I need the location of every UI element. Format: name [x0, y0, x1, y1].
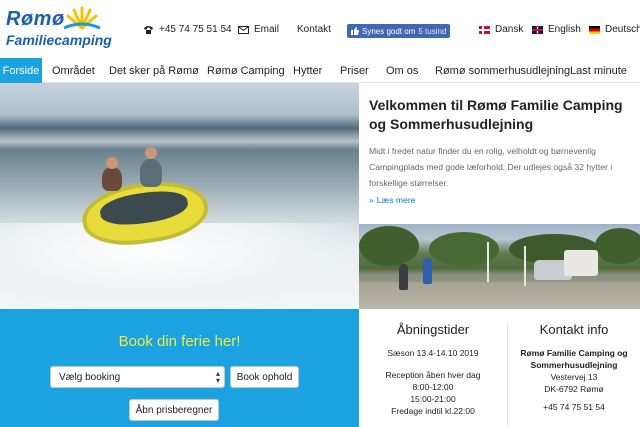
reception-text: Reception åben hver dag	[385, 370, 481, 380]
header: Rømø Familiecamping +45 74 75 51 54 Emai…	[0, 0, 640, 58]
season-text: Sæson 13.4-14.10 2019	[387, 348, 479, 358]
nav-item-omradet[interactable]: Området	[42, 58, 99, 83]
logo-text-familiecamping: Familiecamping	[6, 32, 112, 48]
contact-link[interactable]: Kontakt	[297, 24, 331, 35]
person-head	[145, 147, 157, 159]
envelope-icon	[238, 25, 249, 34]
person	[140, 159, 162, 187]
contact-info-title: Kontakt info	[539, 322, 609, 337]
booking-select[interactable]: Vælg booking ▴ ▾	[50, 366, 225, 388]
main-nav: Forside Området Det sker på Rømø Rømø Ca…	[0, 58, 640, 83]
lamp-post	[524, 246, 526, 286]
flag-de-icon	[589, 25, 600, 34]
nav-item-sommerhusudlejning[interactable]: Rømø sommerhusudlejning	[425, 58, 570, 83]
flag-dk-icon	[479, 25, 490, 34]
person	[102, 167, 122, 191]
opening-time: 8:00-12:00	[412, 382, 454, 392]
hero-photo-beach-boat	[0, 83, 359, 309]
company-name: Sommerhusudlejning	[530, 360, 618, 370]
welcome-title: Velkommen til Rømø Familie Camping og So…	[369, 97, 623, 132]
person	[399, 264, 408, 290]
caravan	[564, 250, 598, 276]
lamp-post	[487, 242, 489, 282]
tree	[359, 226, 419, 266]
book-stay-button[interactable]: Book ophold	[230, 366, 299, 388]
facebook-like-count: 5 tusind	[418, 26, 447, 36]
email-label: Email	[254, 24, 280, 35]
contact-info-section: Kontakt info Rømø Familie Camping og Som…	[508, 309, 640, 427]
tree	[595, 228, 640, 264]
phone-link[interactable]: +45 74 75 51 54	[143, 24, 232, 35]
nav-item-hytter[interactable]: Hytter	[285, 58, 331, 83]
welcome-section: Velkommen til Rømø Familie Camping og So…	[369, 96, 635, 205]
language-english[interactable]: English	[532, 24, 581, 35]
price-calculator-button[interactable]: Åbn prisberegner	[129, 399, 219, 421]
street-address: Vestervej 13	[550, 372, 598, 382]
opening-hours-section: Åbningstider Sæson 13.4-14.10 2019 Recep…	[359, 309, 507, 427]
language-deutsch[interactable]: Deutsch	[589, 24, 640, 35]
person	[423, 258, 432, 284]
opening-hours-title: Åbningstider	[396, 322, 470, 337]
nav-item-om-os[interactable]: Om os	[376, 58, 425, 83]
read-more-label: Læs mere	[376, 195, 416, 205]
double-chevron-right-icon: »	[369, 195, 374, 205]
facebook-like-button[interactable]: Synes godt om 5 tusind	[347, 24, 451, 38]
language-label: Dansk	[495, 24, 524, 35]
logo-text-romo: Rømø	[6, 8, 65, 30]
site-logo[interactable]: Rømø Familiecamping	[4, 6, 122, 52]
foam-decoration	[0, 223, 359, 309]
phone-icon	[144, 25, 153, 34]
flag-uk-icon	[532, 25, 543, 34]
email-link[interactable]: Email	[238, 24, 279, 35]
select-arrows-icon: ▴ ▾	[215, 369, 220, 385]
company-name: Rømø Familie Camping og	[520, 348, 628, 358]
phone-number: +45 74 75 51 54	[159, 24, 232, 35]
language-label: Deutsch	[605, 24, 640, 35]
city-address: DK-6792 Rømø	[544, 384, 604, 394]
contact-label: Kontakt	[297, 24, 331, 35]
friday-hours: Fredage indtil kl.22:00	[391, 406, 475, 416]
nav-item-priser[interactable]: Priser	[331, 58, 376, 83]
contact-phone[interactable]: +45 74 75 51 54	[508, 401, 640, 413]
language-dansk[interactable]: Dansk	[479, 24, 523, 35]
wave-decoration	[0, 128, 359, 150]
thumbs-up-icon	[351, 27, 359, 35]
nav-item-det-sker[interactable]: Det sker på Rømø	[99, 58, 199, 83]
nav-item-last-minute[interactable]: Last minute	[561, 58, 640, 83]
person-head	[106, 157, 118, 169]
campsite-photo	[359, 224, 640, 309]
language-label: English	[548, 24, 581, 35]
booking-select-value: Vælg booking	[59, 371, 121, 383]
opening-time: 15:00-21:00	[410, 394, 456, 404]
nav-item-romo-camping[interactable]: Rømø Camping	[197, 58, 285, 83]
read-more-link[interactable]: » Læs mere	[369, 195, 635, 205]
welcome-text: Midt i fredet natur finder du en rolig, …	[369, 146, 613, 188]
booking-heading: Book din ferie her!	[118, 333, 241, 350]
facebook-like-label: Synes godt om	[362, 26, 416, 36]
nav-item-forside[interactable]: Forside	[0, 58, 42, 83]
sun-logo-icon	[63, 6, 101, 30]
